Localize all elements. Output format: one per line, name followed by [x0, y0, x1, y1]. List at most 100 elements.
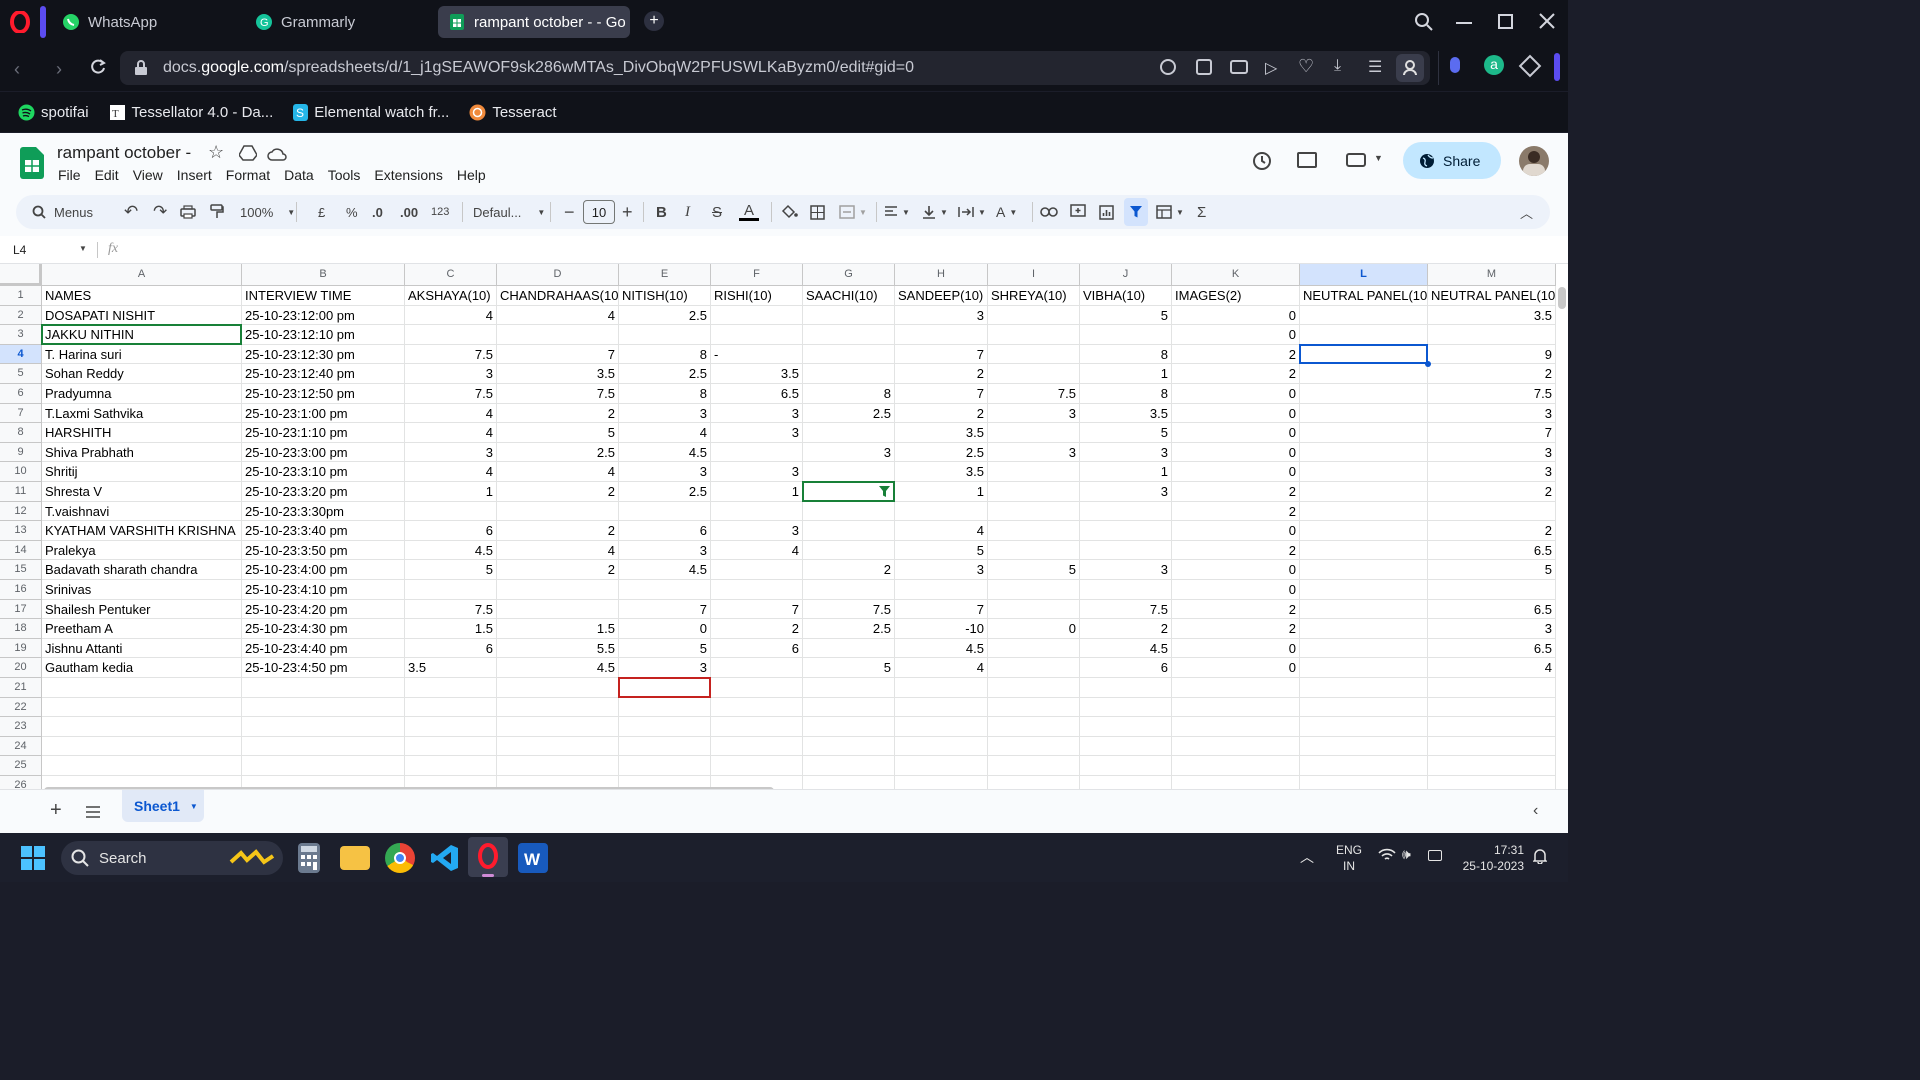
row-header[interactable]: 8 — [0, 423, 42, 443]
bookmark-tesseract[interactable]: Tesseract — [469, 104, 557, 121]
comments-icon[interactable] — [1297, 152, 1317, 168]
document-title[interactable]: rampant october - — [57, 143, 191, 163]
table-cell[interactable] — [405, 756, 497, 776]
row-header[interactable]: 9 — [0, 442, 42, 463]
table-cell[interactable]: 3 — [988, 403, 1080, 424]
table-cell[interactable]: 3 — [1428, 403, 1556, 424]
currency-button[interactable]: £ — [318, 195, 325, 229]
table-cell[interactable]: 4.5 — [405, 540, 497, 561]
table-cell[interactable] — [497, 580, 619, 600]
table-cell[interactable]: 7.5 — [988, 384, 1080, 404]
taskbar-search-box[interactable]: Search — [61, 841, 283, 875]
table-cell[interactable]: 6.5 — [711, 384, 803, 404]
table-cell[interactable] — [1300, 403, 1428, 424]
column-header-i[interactable]: I — [988, 264, 1080, 286]
table-cell[interactable] — [711, 736, 803, 757]
print-icon[interactable] — [180, 195, 196, 229]
table-cell[interactable]: 5 — [1080, 423, 1172, 443]
column-header-d[interactable]: D — [497, 264, 619, 286]
bookmark-elemental[interactable]: S Elemental watch fr... — [293, 103, 449, 121]
table-cell[interactable] — [497, 697, 619, 718]
table-cell[interactable] — [619, 501, 711, 522]
row-header[interactable]: 1 — [0, 286, 42, 306]
table-cell[interactable] — [1080, 580, 1172, 600]
table-cell[interactable] — [895, 697, 988, 718]
table-cell[interactable] — [1300, 678, 1428, 698]
row-header[interactable]: 21 — [0, 678, 42, 698]
table-cell[interactable] — [1300, 482, 1428, 502]
table-cell[interactable]: 2 — [1428, 521, 1556, 541]
table-cell[interactable]: 2 — [497, 560, 619, 580]
table-cell[interactable]: Jishnu Attanti — [42, 638, 242, 659]
table-cell[interactable]: 7 — [619, 599, 711, 620]
table-cell[interactable]: 25-10-23:1:00 pm — [242, 403, 405, 424]
menu-format[interactable]: Format — [226, 167, 270, 183]
column-header-f[interactable]: F — [711, 264, 803, 286]
aria-icon[interactable]: a — [1484, 55, 1504, 75]
table-cell[interactable]: 5 — [988, 560, 1080, 580]
table-cell[interactable] — [988, 697, 1080, 718]
table-cell[interactable]: Gautham kedia — [42, 658, 242, 678]
table-cell[interactable]: 0 — [1172, 384, 1300, 404]
table-cell[interactable] — [1428, 697, 1556, 718]
font-select[interactable]: Defaul... ▼ — [473, 195, 545, 229]
add-sheet-plus-icon[interactable]: + — [50, 799, 62, 822]
table-cell[interactable] — [803, 736, 895, 757]
volume-icon[interactable]: 🕪 — [1402, 846, 1411, 863]
table-cell[interactable]: 0 — [1172, 325, 1300, 345]
insert-link-icon[interactable] — [1040, 195, 1058, 229]
table-cell[interactable]: 7.5 — [405, 344, 497, 365]
table-cell[interactable]: Badavath sharath chandra — [42, 560, 242, 580]
table-cell[interactable]: 3.5 — [895, 462, 988, 482]
table-cell[interactable]: 2 — [1172, 482, 1300, 502]
table-cell[interactable] — [895, 501, 988, 522]
table-cell[interactable] — [1428, 678, 1556, 698]
table-cell[interactable] — [895, 717, 988, 737]
header-cell[interactable]: NEUTRAL PANEL(10) — [1300, 286, 1428, 306]
vertical-scrollbar[interactable] — [1558, 287, 1566, 309]
close-window-icon[interactable] — [1538, 12, 1556, 30]
row-header[interactable]: 10 — [0, 462, 42, 482]
opera-logo-icon[interactable] — [10, 11, 30, 33]
table-cell[interactable] — [988, 501, 1080, 522]
header-cell[interactable]: CHANDRAHAAS(10) — [497, 286, 619, 306]
row-header[interactable]: 19 — [0, 638, 42, 659]
column-header-m[interactable]: M — [1428, 264, 1556, 286]
table-cell[interactable]: 7 — [895, 344, 988, 365]
table-cell[interactable] — [619, 580, 711, 600]
table-cell[interactable] — [711, 678, 803, 698]
table-cell[interactable]: 3 — [619, 658, 711, 678]
increase-font-size-icon[interactable]: + — [622, 195, 633, 229]
table-cell[interactable] — [895, 325, 988, 345]
table-cell[interactable] — [988, 344, 1080, 365]
table-cell[interactable]: 3 — [1428, 619, 1556, 639]
table-cell[interactable]: 1 — [405, 482, 497, 502]
table-cell[interactable]: 7 — [711, 599, 803, 620]
table-cell[interactable]: 3.5 — [1080, 403, 1172, 424]
table-cell[interactable] — [895, 580, 988, 600]
table-cell[interactable] — [711, 442, 803, 463]
table-cell[interactable] — [803, 305, 895, 326]
search-in-page-icon[interactable] — [1160, 59, 1176, 75]
table-cell[interactable] — [1172, 736, 1300, 757]
table-cell[interactable] — [497, 678, 619, 698]
undo-icon[interactable]: ↶ — [124, 195, 138, 229]
table-cell[interactable]: 3 — [1428, 462, 1556, 482]
table-cell[interactable]: 1.5 — [405, 619, 497, 639]
table-cell[interactable]: 2 — [497, 521, 619, 541]
table-cell[interactable] — [988, 521, 1080, 541]
font-size-input[interactable]: 10 — [583, 200, 615, 224]
table-cell[interactable]: 3.5 — [497, 364, 619, 384]
table-cell[interactable] — [895, 776, 988, 789]
name-box[interactable]: L4 — [13, 243, 26, 257]
table-cell[interactable]: 5 — [405, 560, 497, 580]
table-cell[interactable]: 2 — [1172, 599, 1300, 620]
reload-icon[interactable] — [89, 58, 107, 76]
insert-comment-icon[interactable] — [1070, 195, 1086, 229]
table-cell[interactable] — [988, 678, 1080, 698]
table-cell[interactable]: 7.5 — [803, 599, 895, 620]
table-cell[interactable] — [711, 305, 803, 326]
table-cell[interactable] — [803, 776, 895, 789]
table-cell[interactable]: 7.5 — [405, 384, 497, 404]
edit-icon[interactable] — [1196, 59, 1212, 75]
